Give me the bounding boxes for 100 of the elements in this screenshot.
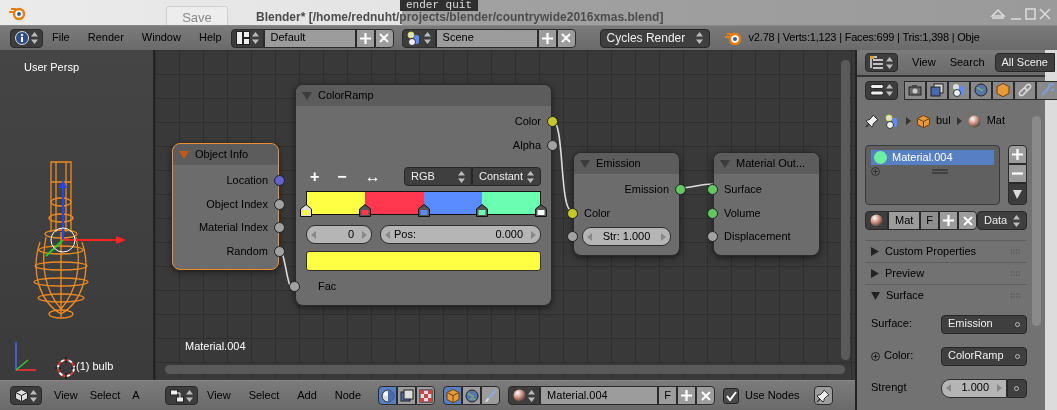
material-name-field[interactable]: Mat <box>888 211 920 230</box>
editor-type-button[interactable] <box>10 28 43 48</box>
node-card[interactable]: Material Out... Surface Volume Displacement <box>713 152 820 256</box>
color-input-dropdown[interactable]: ColorRamp <box>941 346 1027 366</box>
toggle-button[interactable] <box>378 386 398 405</box>
socket-link-button[interactable] <box>1007 378 1027 398</box>
node-card[interactable]: ColorRamp Color Alpha + − ↔ RGB Constant 0 Pos: 0.000 Fac <box>295 84 552 306</box>
slot-menu-button[interactable] <box>1008 183 1027 205</box>
flip-ramp-button[interactable]: ↔ <box>360 168 385 185</box>
strength-field[interactable]: Str: 1.000 <box>582 227 671 247</box>
editor-type-button[interactable] <box>865 80 898 100</box>
remove-button[interactable] <box>696 386 716 405</box>
node-card[interactable]: Emission Emission Color Str: 1.000 <box>573 152 680 256</box>
color-mode-dropdown[interactable]: RGB <box>404 167 472 186</box>
editor-type-button[interactable] <box>865 53 898 72</box>
remove-stop-button[interactable]: − <box>333 168 351 185</box>
menu-item[interactable]: Search <box>935 55 985 70</box>
socket-dot[interactable] <box>547 139 558 151</box>
color-stop-marker[interactable] <box>300 204 312 217</box>
socket-dot[interactable] <box>547 116 558 127</box>
menu-item[interactable]: View <box>42 388 78 403</box>
properties-tab[interactable] <box>904 80 926 100</box>
editor-type-button[interactable] <box>165 386 198 405</box>
material-browse-button[interactable] <box>865 211 888 230</box>
material-browse-button[interactable] <box>508 386 541 405</box>
panel-header[interactable]: Surface <box>865 284 1027 306</box>
menu-item[interactable]: Help <box>189 31 231 45</box>
layout-browse-button[interactable] <box>230 28 264 48</box>
fake-user-button[interactable]: F <box>658 386 678 405</box>
properties-tab[interactable] <box>1036 80 1057 100</box>
layout-field[interactable]: Default <box>263 28 356 48</box>
material-slot-list[interactable]: Material.004 <box>865 145 1000 205</box>
material-slot-item[interactable]: Material.004 <box>871 150 994 166</box>
material-name-field[interactable]: Material.004 <box>540 386 659 405</box>
socket-dot[interactable] <box>675 184 686 195</box>
vertical-scrollbar[interactable] <box>1032 116 1041 326</box>
menu-item[interactable]: Render <box>78 31 133 45</box>
socket-dot[interactable] <box>707 184 718 195</box>
add-button[interactable] <box>939 211 958 230</box>
socket-dot[interactable] <box>567 207 578 219</box>
socket-dot[interactable] <box>567 231 578 242</box>
menu-item[interactable]: Add <box>288 388 326 403</box>
socket-dot[interactable] <box>707 231 718 242</box>
add-button[interactable] <box>537 28 557 48</box>
stop-index-field[interactable]: 0 <box>306 225 372 244</box>
link-dropdown[interactable]: Data <box>977 211 1027 230</box>
remove-slot-button[interactable] <box>1008 164 1027 183</box>
toggle-button[interactable] <box>462 386 482 405</box>
properties-tab[interactable] <box>948 80 970 100</box>
scene-browse-button[interactable] <box>401 28 436 48</box>
socket-dot[interactable] <box>707 207 718 219</box>
properties-tab[interactable] <box>926 80 948 100</box>
menu-item[interactable]: File <box>43 31 79 45</box>
color-stop-marker[interactable] <box>358 204 371 217</box>
editor-type-button[interactable] <box>10 386 42 405</box>
remove-button[interactable] <box>374 28 394 48</box>
menu-item[interactable]: Select <box>77 388 121 403</box>
interpolation-dropdown[interactable]: Constant <box>472 167 541 186</box>
remove-button[interactable] <box>958 211 977 230</box>
add-button[interactable] <box>677 386 697 405</box>
add-stop-button[interactable]: + <box>306 168 324 185</box>
socket-dot[interactable] <box>274 222 285 233</box>
toggle-button[interactable] <box>481 386 501 405</box>
add-button[interactable] <box>355 28 375 48</box>
use-nodes-label[interactable]: Use Nodes <box>745 388 800 403</box>
position-field[interactable]: Pos: 0.000 <box>380 225 541 244</box>
horizontal-scrollbar[interactable] <box>165 365 845 374</box>
properties-tab[interactable] <box>992 80 1014 100</box>
color-stop-marker[interactable] <box>476 204 489 217</box>
breadcrumb-item[interactable]: bul <box>936 114 951 128</box>
menu-item[interactable]: Node <box>325 388 371 403</box>
render-engine-dropdown[interactable]: Cycles Render <box>599 28 710 48</box>
remove-button[interactable] <box>556 28 576 48</box>
add-slot-button[interactable] <box>1008 145 1027 164</box>
color-stop-marker[interactable] <box>417 204 430 217</box>
pin-button[interactable] <box>813 386 833 405</box>
color-swatch[interactable] <box>306 251 541 271</box>
socket-dot[interactable] <box>274 175 285 186</box>
toggle-button[interactable] <box>416 386 436 405</box>
scene-field[interactable]: Scene <box>435 28 538 48</box>
strength-field[interactable]: 1.000 <box>941 378 1007 398</box>
toggle-button[interactable] <box>397 386 417 405</box>
menu-item[interactable]: View <box>898 55 936 70</box>
color-ramp-bar[interactable] <box>306 191 541 215</box>
socket-dot[interactable] <box>274 245 285 257</box>
socket-dot[interactable] <box>274 198 285 210</box>
surface-shader-dropdown[interactable]: Emission <box>941 314 1027 334</box>
node-card[interactable]: Object Info Location Object Index Material Index Random <box>172 143 279 270</box>
socket-dot[interactable] <box>289 281 300 292</box>
menu-item[interactable]: Window <box>132 31 190 45</box>
menu-item[interactable]: Select <box>239 388 289 403</box>
vertical-scrollbar[interactable] <box>841 60 850 360</box>
use-nodes-checkbox[interactable] <box>723 387 740 404</box>
breadcrumb-item[interactable]: Mat <box>986 114 1006 128</box>
menu-item[interactable]: View <box>198 388 240 403</box>
panel-header[interactable]: Preview <box>865 262 1027 284</box>
panel-header[interactable]: Custom Properties <box>865 240 1027 262</box>
properties-tab[interactable] <box>1014 80 1036 100</box>
fake-user-button[interactable]: F <box>920 211 939 230</box>
toggle-button[interactable] <box>443 386 463 405</box>
